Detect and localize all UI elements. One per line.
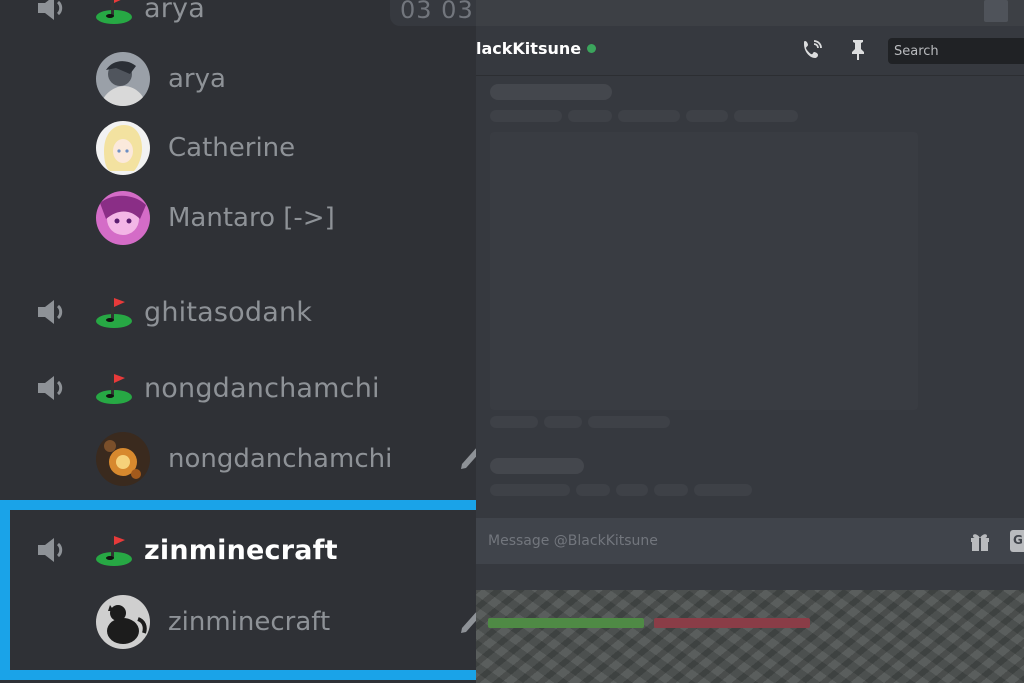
call-icon[interactable] xyxy=(800,38,824,62)
speaker-icon xyxy=(34,297,72,327)
message-text-placeholder xyxy=(588,416,670,428)
voice-channel-list: 03 03 arya arya Catherine Mantaro [->] g… xyxy=(0,0,476,683)
voice-user-nongdanchamchi[interactable]: nongdanchamchi xyxy=(96,431,392,487)
message-text-placeholder xyxy=(490,416,538,428)
voice-user-mantaro[interactable]: Mantaro [->] xyxy=(96,190,335,246)
avatar xyxy=(96,52,150,106)
health-bar xyxy=(654,618,810,628)
message-author-placeholder xyxy=(490,458,584,474)
message-text-placeholder xyxy=(734,110,798,122)
channel-name: nongdanchamchi xyxy=(144,372,380,404)
message-author-placeholder xyxy=(490,84,612,100)
voice-channel-ghitasodank[interactable]: ghitasodank xyxy=(34,292,312,332)
user-name: Mantaro [->] xyxy=(168,203,335,233)
search-input[interactable] xyxy=(888,38,1024,64)
direct-message-panel: lackKitsune G xyxy=(476,0,1024,683)
voice-channel-arya[interactable]: arya xyxy=(34,0,205,28)
golf-flag-icon xyxy=(92,371,136,405)
golf-flag-icon xyxy=(92,295,136,329)
search-box[interactable] xyxy=(888,38,1024,64)
health-bar xyxy=(488,618,644,628)
message-text-placeholder xyxy=(568,110,612,122)
dm-recipient-name[interactable]: lackKitsune xyxy=(476,39,581,58)
speaker-icon xyxy=(34,373,72,403)
channel-name: arya xyxy=(144,0,205,24)
voice-user-catherine[interactable]: Catherine xyxy=(96,120,295,176)
online-status-dot xyxy=(587,44,596,53)
game-background xyxy=(476,590,1024,683)
channel-name: ghitasodank xyxy=(144,296,313,328)
dm-header: lackKitsune xyxy=(476,26,1024,76)
message-text-placeholder xyxy=(616,484,648,496)
user-name: Catherine xyxy=(168,133,296,163)
channel-name: zinminecraft xyxy=(144,534,338,566)
message-text-placeholder xyxy=(490,484,570,496)
message-input[interactable] xyxy=(488,518,948,564)
user-name: nongdanchamchi xyxy=(168,444,393,474)
message-text-placeholder xyxy=(654,484,688,496)
voice-user-arya[interactable]: arya xyxy=(96,51,226,107)
speaker-icon xyxy=(34,535,72,565)
message-text-placeholder xyxy=(544,416,582,428)
message-text-placeholder xyxy=(694,484,752,496)
message-text-placeholder xyxy=(618,110,680,122)
speaker-icon xyxy=(34,0,72,23)
voice-channel-nongdanchamchi[interactable]: nongdanchamchi xyxy=(34,368,380,408)
message-text-placeholder xyxy=(490,110,562,122)
user-name: zinminecraft xyxy=(168,607,331,637)
window-top-strip xyxy=(476,0,1024,26)
voice-channel-zinminecraft[interactable]: zinminecraft xyxy=(34,530,338,570)
message-text-placeholder xyxy=(686,110,728,122)
timer-badge: 03 03 xyxy=(390,0,476,26)
avatar xyxy=(96,191,150,245)
window-control[interactable] xyxy=(984,0,1008,22)
gift-icon[interactable] xyxy=(968,529,992,553)
mic-icon[interactable] xyxy=(460,444,476,474)
mic-icon[interactable] xyxy=(460,608,476,638)
voice-user-zinminecraft[interactable]: zinminecraft xyxy=(96,594,330,650)
golf-flag-icon xyxy=(92,0,136,25)
pin-icon[interactable] xyxy=(846,38,870,62)
avatar xyxy=(96,595,150,649)
gif-button[interactable]: G xyxy=(1010,530,1024,552)
avatar xyxy=(96,432,150,486)
user-name: arya xyxy=(168,64,226,94)
attachment-placeholder xyxy=(490,132,918,410)
message-text-placeholder xyxy=(576,484,610,496)
message-composer[interactable]: G xyxy=(476,518,1024,564)
avatar xyxy=(96,121,150,175)
golf-flag-icon xyxy=(92,533,136,567)
